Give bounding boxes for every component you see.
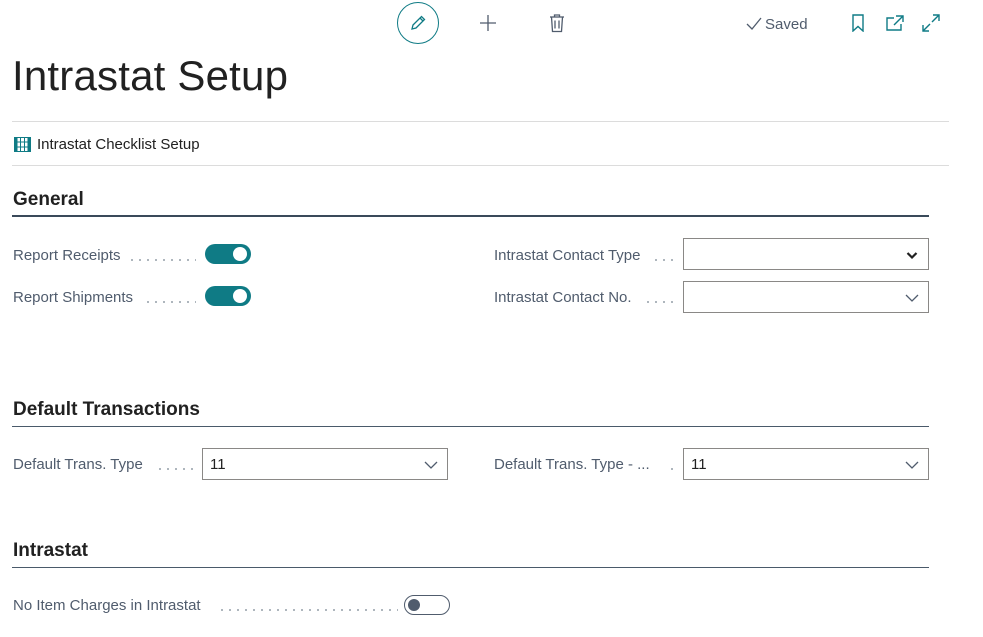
chevron-down-icon	[905, 294, 919, 302]
intrastat-checklist-setup-action[interactable]: Intrastat Checklist Setup	[14, 134, 200, 154]
default-trans-type-return-select[interactable]: 11	[683, 448, 929, 480]
chevron-down-icon	[905, 461, 919, 469]
default-trans-type-select[interactable]: 11	[202, 448, 448, 480]
intrastat-contact-no-select[interactable]	[683, 281, 929, 313]
report-shipments-label: Report Shipments	[13, 289, 134, 306]
default-trans-type-leader	[156, 455, 198, 475]
page-title: Intrastat Setup	[12, 52, 289, 99]
intrastat-contact-type-select[interactable]	[683, 238, 929, 270]
section-rule-intrastat	[12, 567, 929, 568]
no-item-charges-label: No Item Charges in Intrastat	[13, 597, 201, 614]
default-trans-type-return-leader	[668, 455, 678, 475]
section-title-general: General	[13, 189, 84, 210]
intrastat-contact-type-leader	[652, 246, 678, 266]
intrastat-contact-type-label: Intrastat Contact Type	[494, 247, 641, 264]
expand-icon	[922, 14, 940, 32]
bookmark-icon	[852, 14, 864, 32]
section-title-intrastat: Intrastat	[13, 540, 88, 561]
edit-button[interactable]	[397, 2, 439, 44]
trash-icon	[550, 14, 564, 33]
pencil-icon	[411, 15, 426, 30]
intrastat-checklist-setup-label: Intrastat Checklist Setup	[37, 135, 200, 153]
intrastat-contact-no-leader	[644, 288, 678, 308]
section-rule-default-transactions	[12, 426, 929, 427]
section-title-default-transactions: Default Transactions	[13, 399, 200, 420]
action-bar-divider	[12, 165, 949, 166]
open-in-new-window-icon	[886, 15, 904, 31]
report-receipts-label: Report Receipts	[13, 247, 121, 264]
no-item-charges-toggle[interactable]	[404, 595, 450, 615]
new-button[interactable]	[476, 11, 500, 35]
checkmark-icon	[746, 17, 762, 30]
section-rule-general	[12, 215, 929, 217]
title-divider	[12, 121, 949, 122]
default-trans-type-return-label: Default Trans. Type - ...	[494, 456, 650, 473]
default-trans-type-return-value: 11	[691, 455, 707, 473]
delete-button[interactable]	[546, 11, 568, 35]
chevron-down-icon	[906, 252, 918, 260]
no-item-charges-leader	[218, 596, 398, 616]
open-new-window-button[interactable]	[884, 12, 906, 34]
table-grid-icon	[14, 136, 31, 152]
saved-label: Saved	[765, 15, 808, 33]
report-shipments-toggle[interactable]	[205, 286, 251, 306]
bookmark-button[interactable]	[849, 12, 867, 34]
plus-icon	[480, 15, 496, 31]
saved-status: Saved	[746, 14, 808, 34]
default-trans-type-value: 11	[210, 455, 226, 473]
default-trans-type-label: Default Trans. Type	[13, 456, 143, 473]
report-shipments-leader	[144, 288, 196, 308]
intrastat-contact-no-label: Intrastat Contact No.	[494, 289, 632, 306]
expand-button[interactable]	[920, 12, 942, 34]
report-receipts-toggle[interactable]	[205, 244, 251, 264]
report-receipts-leader	[128, 246, 196, 266]
chevron-down-icon	[424, 461, 438, 469]
